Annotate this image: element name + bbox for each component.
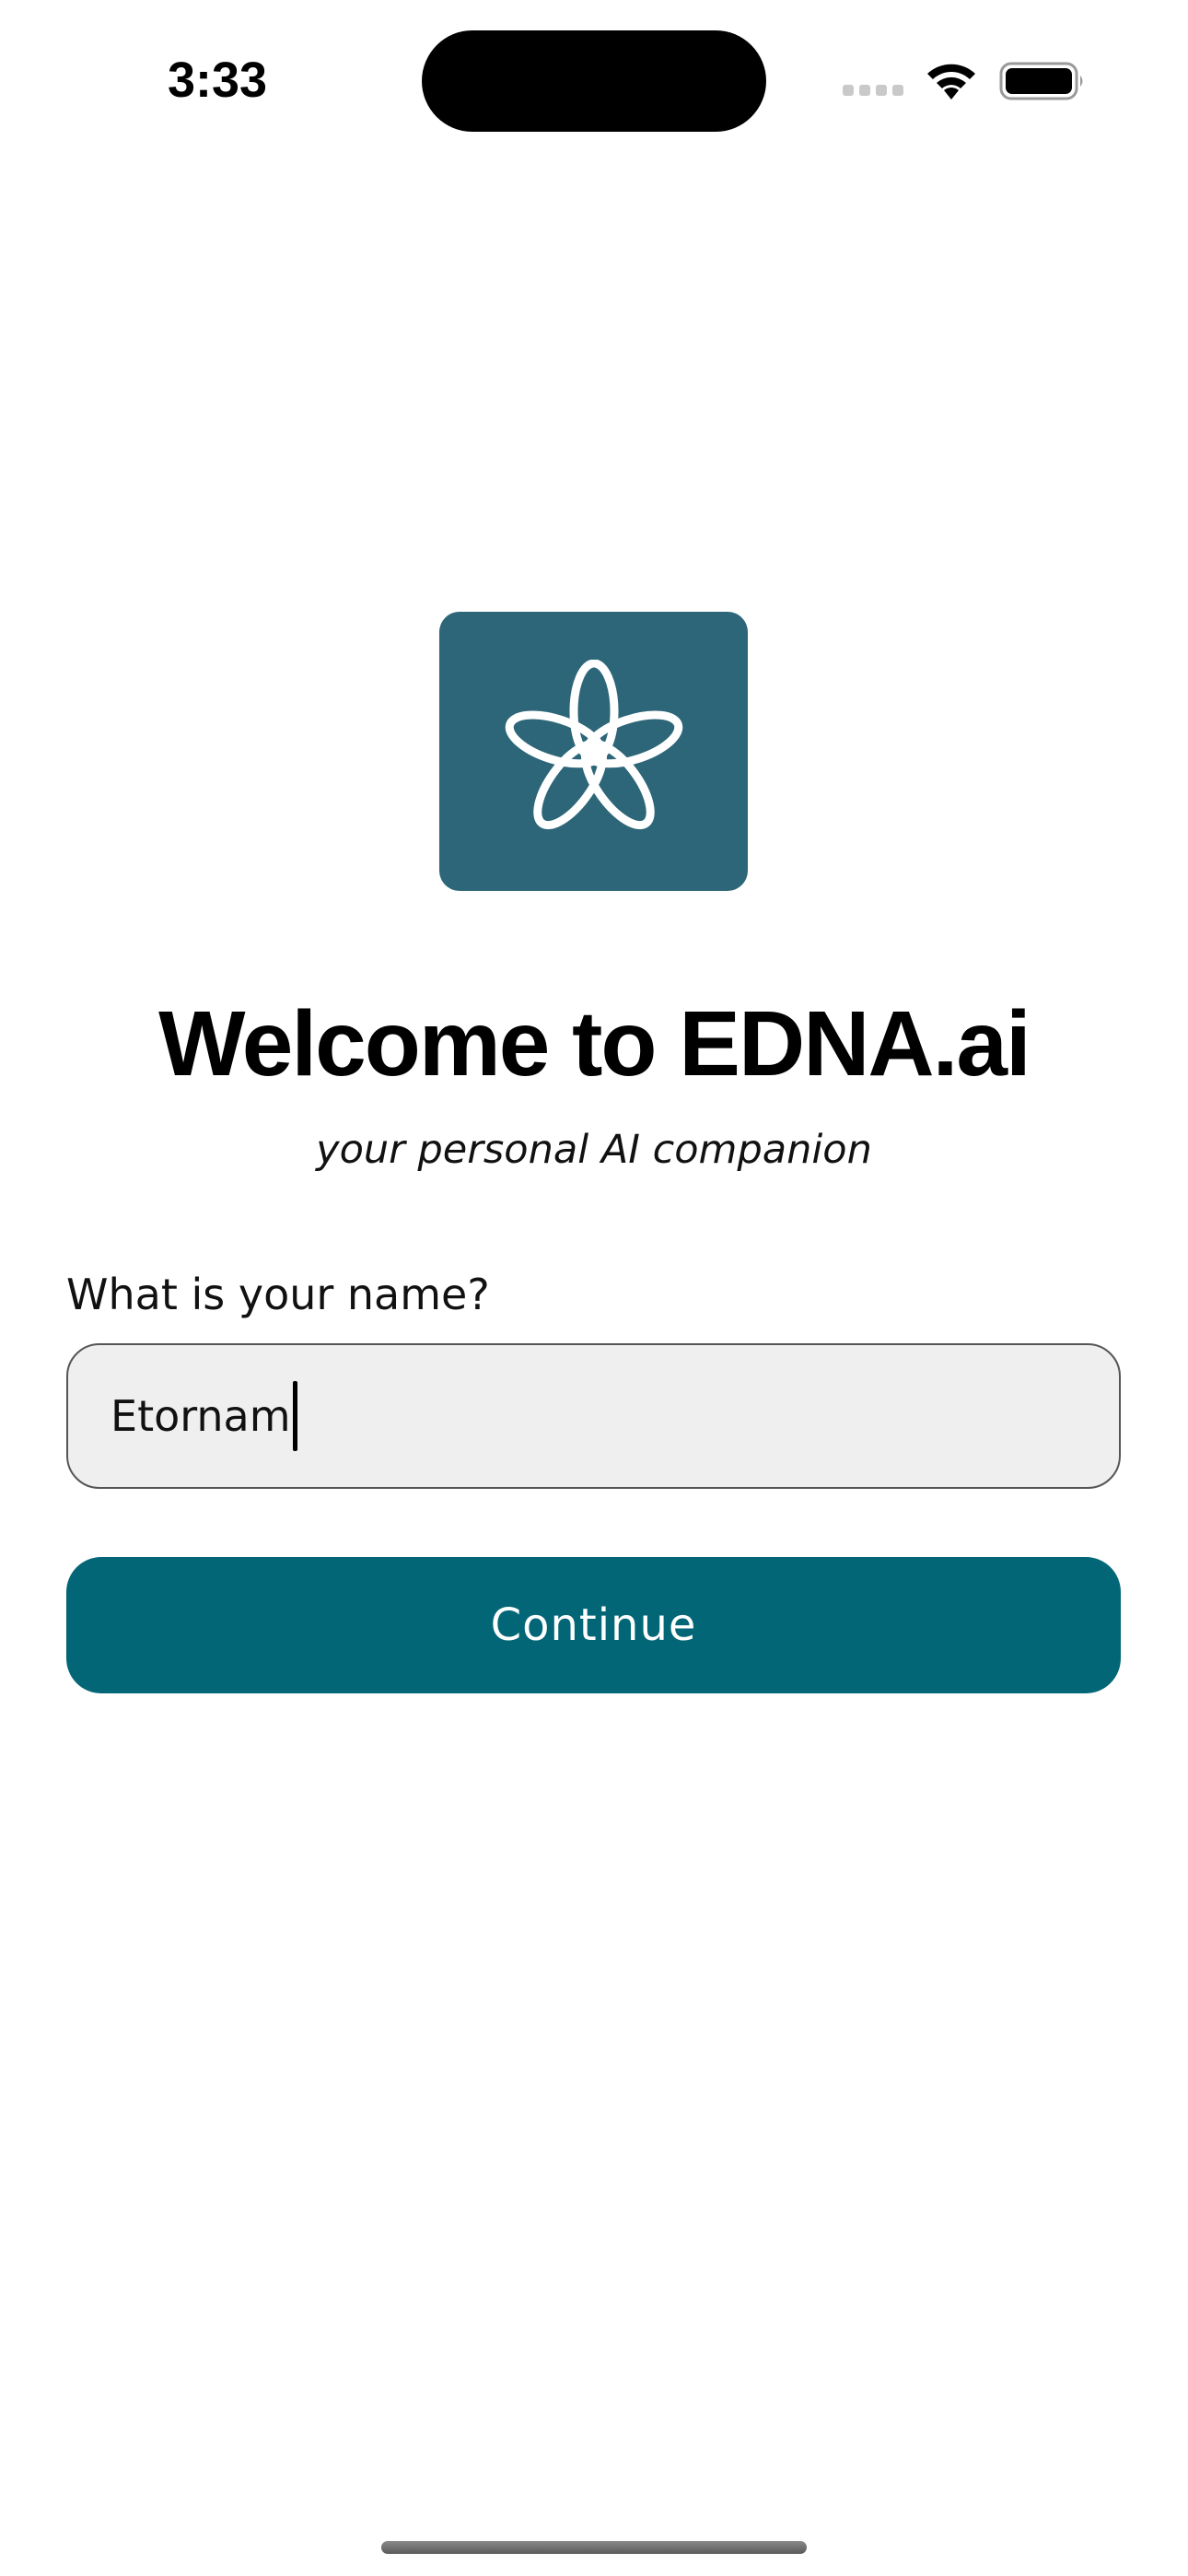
welcome-title: Welcome to EDNA.ai bbox=[158, 992, 1031, 1095]
name-field-label: What is your name? bbox=[66, 1270, 490, 1319]
cellular-signal-icon bbox=[843, 85, 907, 100]
welcome-subtitle: your personal AI companion bbox=[316, 1127, 872, 1173]
wifi-icon bbox=[927, 64, 975, 100]
dynamic-island bbox=[422, 30, 766, 132]
text-cursor bbox=[292, 1381, 297, 1451]
status-bar-time: 3:33 bbox=[168, 53, 268, 108]
app-logo bbox=[439, 612, 748, 891]
battery-icon bbox=[999, 62, 1083, 100]
edna-logo-icon bbox=[505, 659, 682, 829]
name-input-value: Etornam bbox=[111, 1391, 291, 1441]
continue-button[interactable]: Continue bbox=[66, 1557, 1121, 1693]
name-input[interactable]: Etornam bbox=[66, 1343, 1121, 1489]
home-indicator[interactable] bbox=[381, 2541, 807, 2554]
